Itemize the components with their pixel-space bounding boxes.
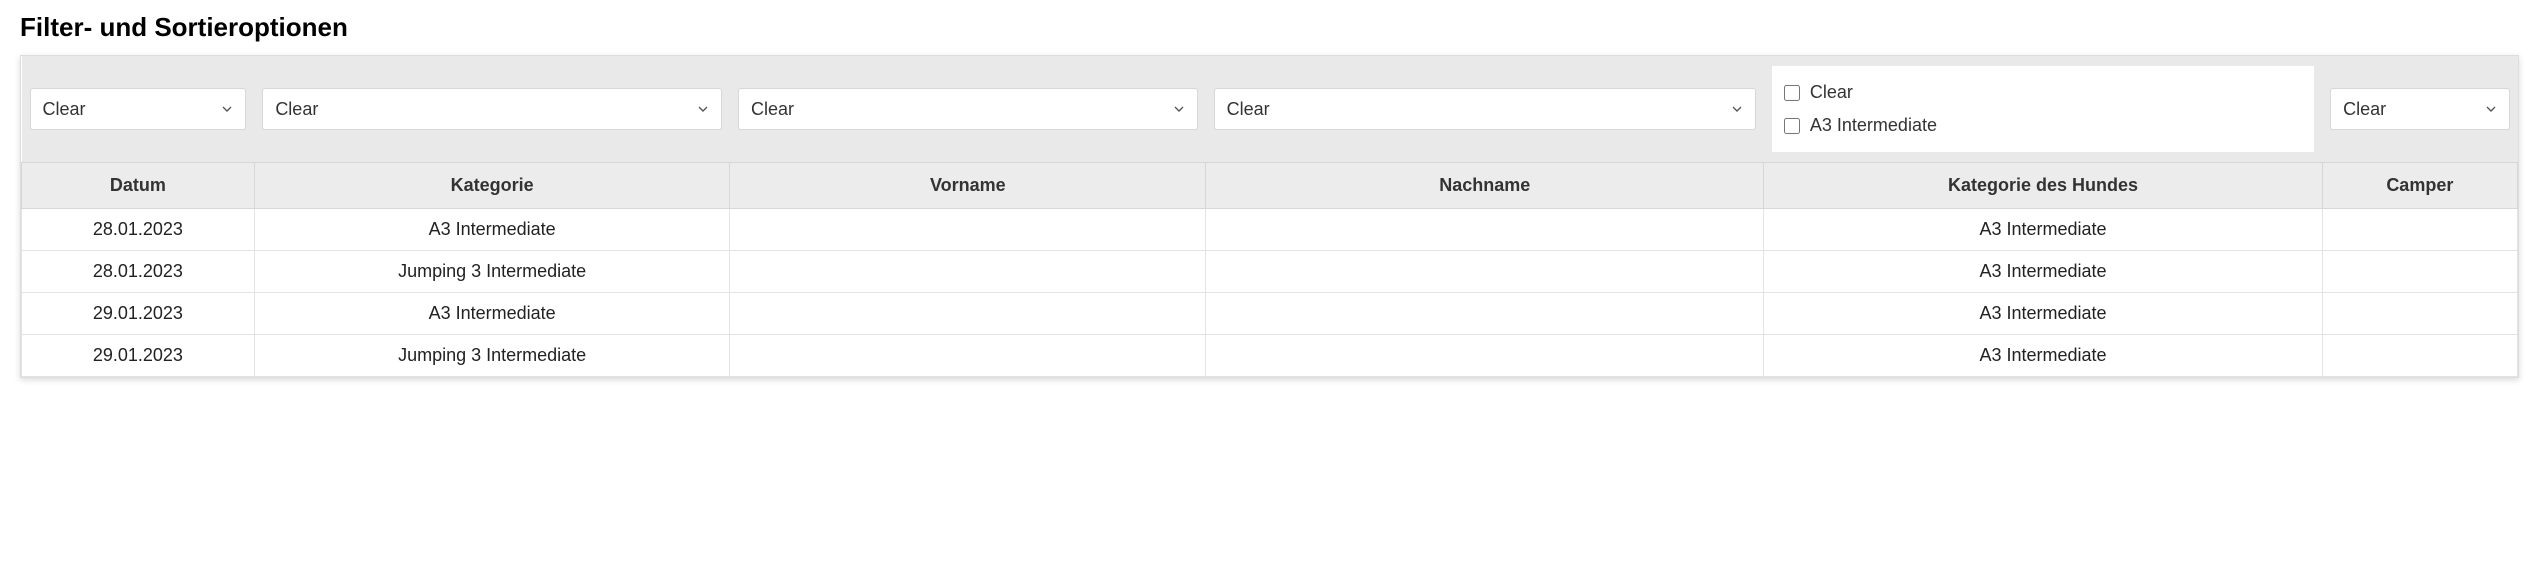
column-header-camper[interactable]: Camper <box>2322 163 2517 209</box>
chevron-down-icon <box>1171 101 1187 117</box>
filter-hundkat-option-clear-label: Clear <box>1810 82 1853 103</box>
cell-hundkat: A3 Intermediate <box>1764 293 2322 335</box>
cell-camper <box>2322 293 2517 335</box>
column-header-hundkat[interactable]: Kategorie des Hundes <box>1764 163 2322 209</box>
cell-kategorie: Jumping 3 Intermediate <box>254 251 730 293</box>
filter-row: Clear Clear Clear <box>22 56 2518 163</box>
page-title: Filter- und Sortieroptionen <box>20 12 2519 43</box>
filter-hundkat-option-a3-label: A3 Intermediate <box>1810 115 1937 136</box>
filter-hundkat-checkbox-a3[interactable] <box>1784 118 1800 134</box>
table-row: 29.01.2023 Jumping 3 Intermediate A3 Int… <box>22 335 2518 377</box>
table-row: 28.01.2023 Jumping 3 Intermediate A3 Int… <box>22 251 2518 293</box>
cell-camper <box>2322 335 2517 377</box>
cell-datum: 28.01.2023 <box>22 209 255 251</box>
filter-kategorie-label: Clear <box>275 99 318 120</box>
cell-vorname <box>730 251 1206 293</box>
filter-hundkat-panel: Clear A3 Intermediate <box>1772 66 2314 152</box>
cell-nachname <box>1206 293 1764 335</box>
cell-datum: 29.01.2023 <box>22 335 255 377</box>
cell-hundkat: A3 Intermediate <box>1764 209 2322 251</box>
chevron-down-icon <box>695 101 711 117</box>
filter-datum-label: Clear <box>43 99 86 120</box>
cell-kategorie: Jumping 3 Intermediate <box>254 335 730 377</box>
filter-hundkat-option-clear[interactable]: Clear <box>1784 76 2302 109</box>
cell-kategorie: A3 Intermediate <box>254 293 730 335</box>
header-row: Datum Kategorie Vorname Nachname Kategor… <box>22 163 2518 209</box>
cell-camper <box>2322 251 2517 293</box>
chevron-down-icon <box>219 101 235 117</box>
table-row: 29.01.2023 A3 Intermediate A3 Intermedia… <box>22 293 2518 335</box>
filter-hundkat-option-a3[interactable]: A3 Intermediate <box>1784 109 2302 142</box>
column-header-datum[interactable]: Datum <box>22 163 255 209</box>
chevron-down-icon <box>1729 101 1745 117</box>
filter-kategorie-select[interactable]: Clear <box>262 88 722 130</box>
cell-nachname <box>1206 209 1764 251</box>
table-container: Clear Clear Clear <box>20 55 2519 378</box>
column-header-vorname[interactable]: Vorname <box>730 163 1206 209</box>
cell-nachname <box>1206 251 1764 293</box>
filter-datum-select[interactable]: Clear <box>30 88 247 130</box>
column-header-kategorie[interactable]: Kategorie <box>254 163 730 209</box>
column-header-nachname[interactable]: Nachname <box>1206 163 1764 209</box>
table-row: 28.01.2023 A3 Intermediate A3 Intermedia… <box>22 209 2518 251</box>
cell-vorname <box>730 209 1206 251</box>
filter-vorname-label: Clear <box>751 99 794 120</box>
filter-hundkat-checkbox-clear[interactable] <box>1784 85 1800 101</box>
cell-datum: 29.01.2023 <box>22 293 255 335</box>
cell-nachname <box>1206 335 1764 377</box>
data-table: Clear Clear Clear <box>21 56 2518 377</box>
filter-nachname-select[interactable]: Clear <box>1214 88 1756 130</box>
filter-vorname-select[interactable]: Clear <box>738 88 1198 130</box>
cell-camper <box>2322 209 2517 251</box>
filter-nachname-label: Clear <box>1227 99 1270 120</box>
cell-vorname <box>730 335 1206 377</box>
cell-datum: 28.01.2023 <box>22 251 255 293</box>
filter-camper-label: Clear <box>2343 99 2386 120</box>
chevron-down-icon <box>2483 101 2499 117</box>
cell-kategorie: A3 Intermediate <box>254 209 730 251</box>
cell-hundkat: A3 Intermediate <box>1764 251 2322 293</box>
cell-hundkat: A3 Intermediate <box>1764 335 2322 377</box>
filter-camper-select[interactable]: Clear <box>2330 88 2509 130</box>
cell-vorname <box>730 293 1206 335</box>
